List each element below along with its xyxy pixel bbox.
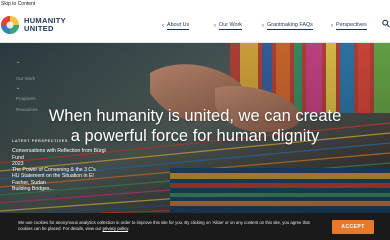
search-icon[interactable] — [382, 19, 390, 28]
chevron-down-icon: ‹ — [262, 22, 264, 29]
nav-item-our-work[interactable]: ‹ Our Work — [214, 21, 242, 30]
side-nav-item[interactable]: Our Work — [16, 76, 35, 81]
nav-item-label: Our Work — [219, 22, 242, 30]
accept-cookies-button[interactable]: ACCEPT — [332, 220, 374, 234]
cookie-banner: We use cookies for anonymous analytics c… — [0, 213, 390, 240]
chevron-down-icon[interactable]: ⌄ — [16, 85, 20, 91]
nav-item-label: Grantmaking FAQs — [267, 22, 313, 30]
nav-item-label: Perspectives — [336, 22, 367, 30]
cookie-text: We use cookies for anonymous analytics c… — [18, 220, 310, 231]
nav-item-grantmaking-faqs[interactable]: ‹ Grantmaking FAQs — [262, 21, 313, 30]
latest-item-link[interactable]: HU Statement on the Situation in El Fash… — [12, 173, 112, 186]
nav-item-label: About Us — [167, 22, 190, 30]
side-nav-item[interactable]: Programs — [16, 96, 36, 101]
hero-title-line-1: When humanity is united, we can create — [48, 107, 342, 126]
cookie-message: We use cookies for anonymous analytics c… — [18, 220, 323, 232]
cookie-text-end: . — [128, 226, 130, 231]
nav-item-about-us[interactable]: ‹ About Us — [162, 21, 190, 30]
privacy-policy-link[interactable]: privacy policy — [103, 226, 128, 231]
chevron-down-icon: ‹ — [331, 22, 333, 29]
site-header: HUMANITY UNITED ‹ About Us ‹ Our Work ‹ … — [0, 8, 390, 43]
skip-to-content-link[interactable]: Skip to Content — [0, 0, 390, 8]
latest-item-link[interactable]: Conversations with Reflection from Bürgl… — [12, 148, 112, 161]
latest-item-link[interactable]: Building Bridges... — [12, 186, 112, 192]
latest-perspectives: LATEST PERSPECTIVES Conversations with R… — [12, 138, 112, 192]
chevron-down-icon[interactable]: ⌄ — [16, 59, 20, 65]
latest-perspectives-label: LATEST PERSPECTIVES — [12, 139, 69, 143]
nav-item-perspectives[interactable]: ‹ Perspectives — [331, 21, 367, 30]
hero-section: ⌄ Our Work ⌄ Programs Resources When hum… — [0, 43, 390, 213]
chevron-down-icon: ‹ — [214, 22, 216, 29]
chevron-down-icon: ‹ — [162, 22, 164, 29]
main-nav: ‹ About Us ‹ Our Work ‹ Grantmaking FAQs… — [0, 21, 390, 31]
